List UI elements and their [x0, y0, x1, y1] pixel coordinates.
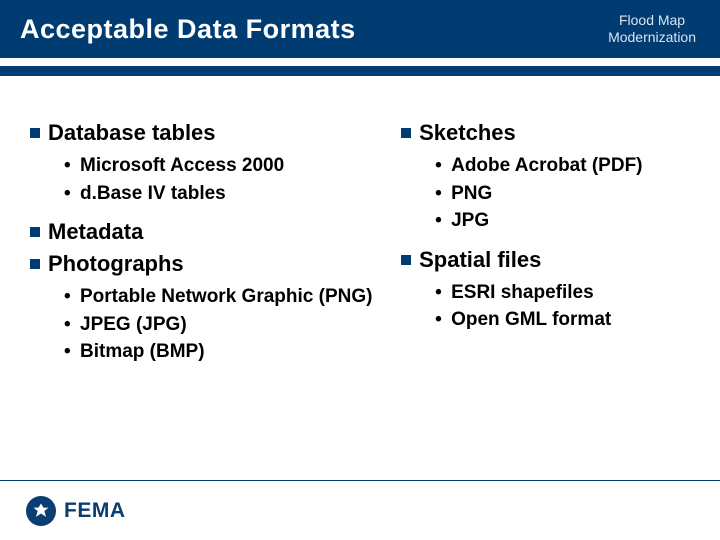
list-item: PNG — [435, 180, 690, 208]
footer: FEMA — [0, 480, 720, 540]
list-item: Adobe Acrobat (PDF) — [435, 152, 690, 180]
section-database-tables: Database tables — [30, 120, 391, 146]
slide-body: Database tables Microsoft Access 2000 d.… — [0, 76, 720, 480]
list-item: Microsoft Access 2000 — [64, 152, 391, 180]
subtitle-line-1: Flood Map — [619, 12, 685, 28]
section-heading: Spatial files — [419, 247, 541, 273]
section-photographs: Photographs — [30, 251, 391, 277]
list-item: Open GML format — [435, 306, 690, 334]
list-spatial-files: ESRI shapefiles Open GML format — [401, 279, 690, 334]
subtitle-line-2: Modernization — [608, 29, 696, 45]
square-bullet-icon — [401, 255, 411, 265]
list-item: JPG — [435, 207, 690, 235]
section-heading: Photographs — [48, 251, 184, 277]
slide-title: Acceptable Data Formats — [20, 14, 356, 45]
square-bullet-icon — [30, 128, 40, 138]
section-heading: Database tables — [48, 120, 216, 146]
accent-stripe — [0, 66, 720, 76]
eagle-icon — [31, 501, 51, 521]
list-sketches: Adobe Acrobat (PDF) PNG JPG — [401, 152, 690, 235]
section-metadata: Metadata — [30, 219, 391, 245]
slide-subtitle: Flood Map Modernization — [608, 12, 696, 47]
agency-name: FEMA — [64, 499, 126, 523]
list-item: ESRI shapefiles — [435, 279, 690, 307]
section-heading: Metadata — [48, 219, 143, 245]
list-photographs: Portable Network Graphic (PNG) JPEG (JPG… — [30, 283, 391, 366]
square-bullet-icon — [30, 227, 40, 237]
left-column: Database tables Microsoft Access 2000 d.… — [30, 116, 391, 470]
agency-seal-icon — [26, 496, 56, 526]
section-sketches: Sketches — [401, 120, 690, 146]
square-bullet-icon — [30, 259, 40, 269]
title-bar: Acceptable Data Formats Flood Map Modern… — [0, 0, 720, 66]
right-column: Sketches Adobe Acrobat (PDF) PNG JPG Spa… — [401, 116, 690, 470]
list-item: d.Base IV tables — [64, 180, 391, 208]
list-item: Portable Network Graphic (PNG) — [64, 283, 391, 311]
list-database-tables: Microsoft Access 2000 d.Base IV tables — [30, 152, 391, 207]
slide: Acceptable Data Formats Flood Map Modern… — [0, 0, 720, 540]
section-heading: Sketches — [419, 120, 516, 146]
list-item: JPEG (JPG) — [64, 311, 391, 339]
list-item: Bitmap (BMP) — [64, 338, 391, 366]
square-bullet-icon — [401, 128, 411, 138]
section-spatial-files: Spatial files — [401, 247, 690, 273]
